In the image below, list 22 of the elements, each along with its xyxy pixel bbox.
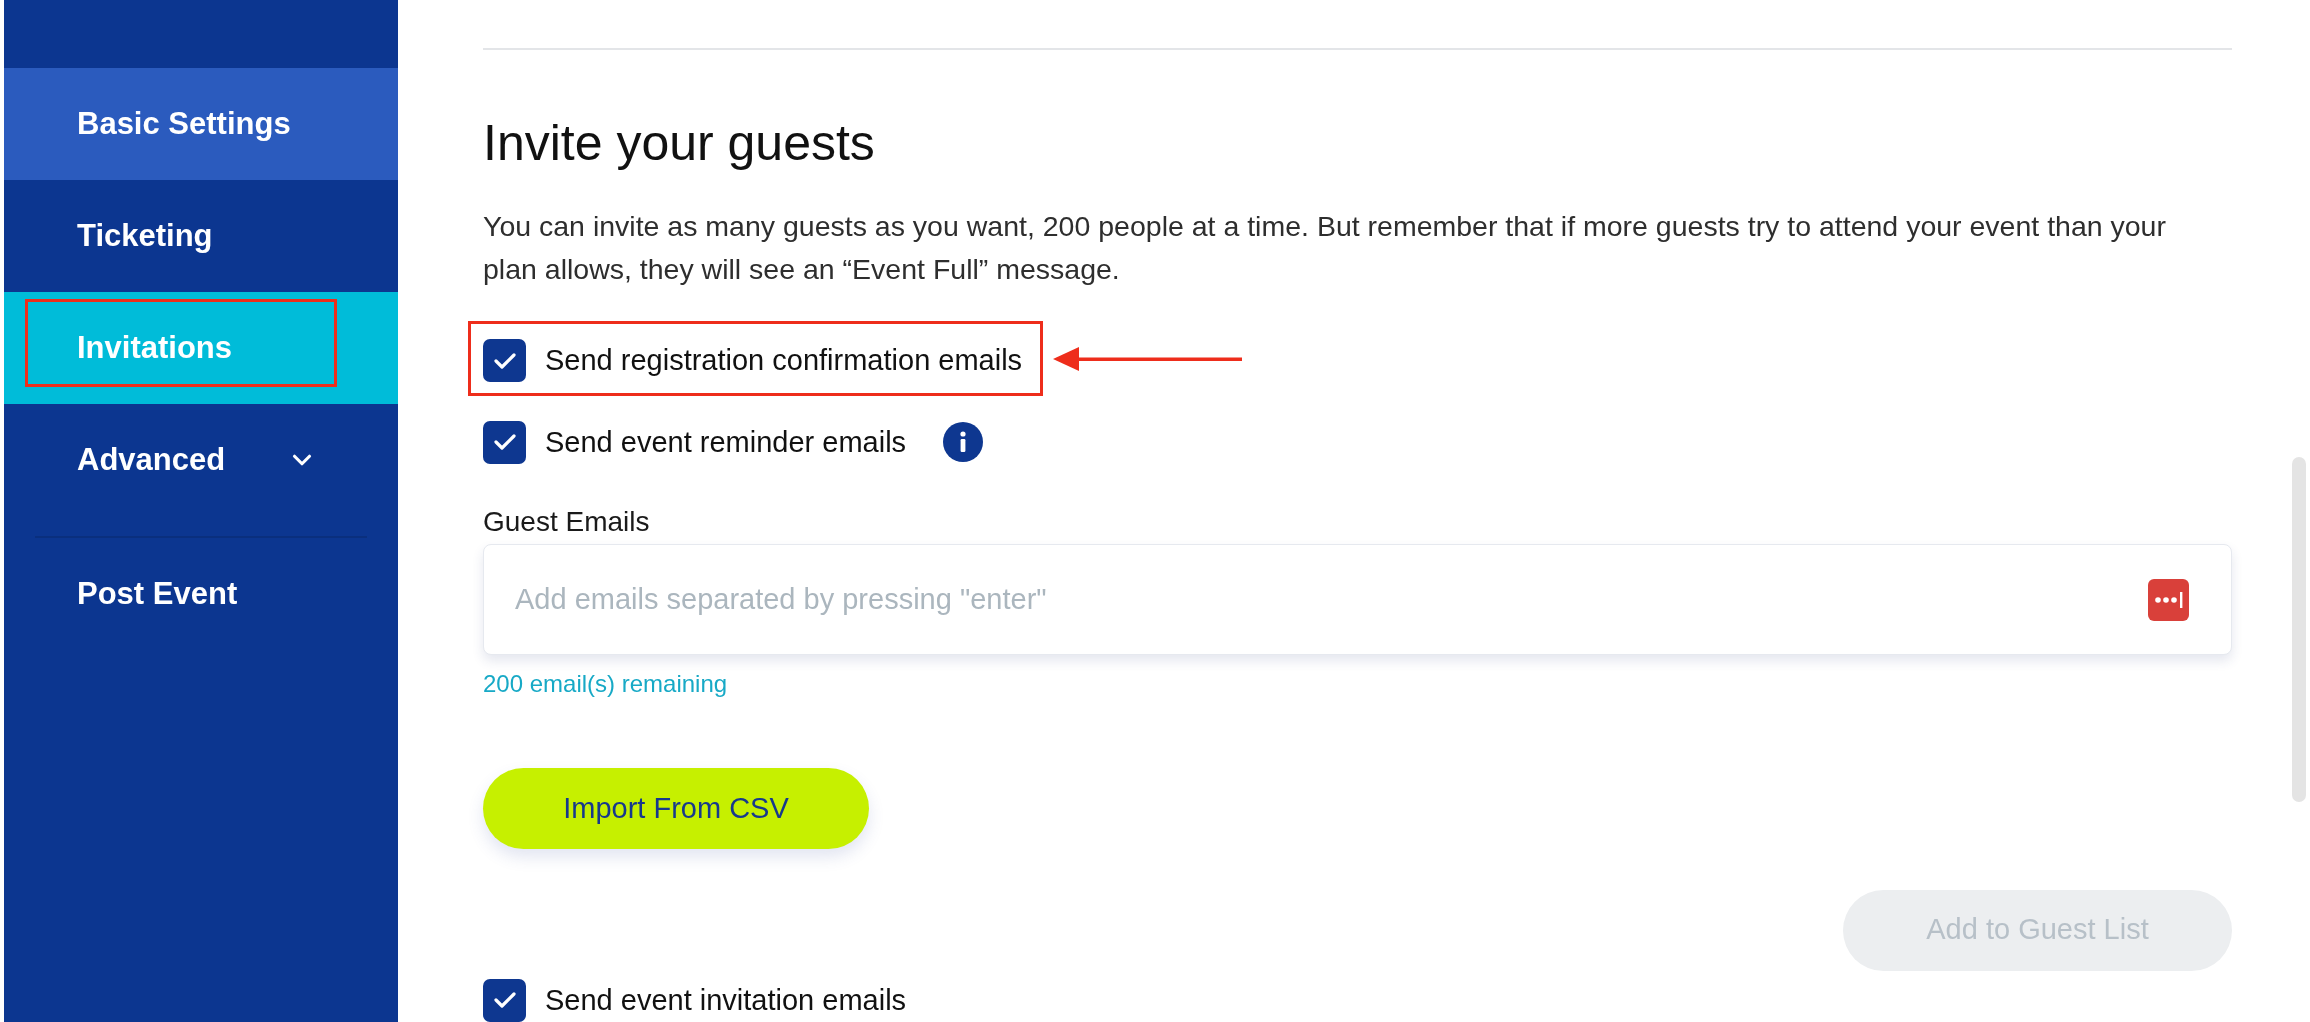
checkbox-label: Send event reminder emails [545, 424, 907, 460]
sidebar-item[interactable]: Post Event [4, 538, 398, 650]
section-description: You can invite as many guests as you want, 200 people at a time. But remember that if more guests try to attend your event than your plan allows, they will see an “Event Full” message. [483, 209, 2167, 287]
field-label: Guest Emails [483, 507, 650, 537]
checkmark-icon [493, 351, 516, 370]
info-icon[interactable] [943, 422, 984, 463]
import-csv-button[interactable]: Import From CSV [483, 768, 869, 849]
checkbox[interactable] [483, 339, 526, 383]
checkmark-icon [493, 991, 516, 1010]
checkbox[interactable] [483, 420, 526, 464]
scrollbar-thumb[interactable] [2292, 457, 2306, 802]
checkbox-label: Send event invitation emails [545, 982, 907, 1018]
sidebar-item[interactable]: Ticketing [4, 180, 398, 292]
checkmark-icon [493, 433, 516, 452]
email-input[interactable]: Add emails separated by pressing "enter" [483, 544, 2232, 655]
checkbox[interactable] [483, 978, 526, 1022]
sidebar-item[interactable]: Basic Settings [4, 68, 398, 180]
sidebar-item[interactable]: Advanced [4, 404, 398, 516]
dots-icon[interactable] [2148, 579, 2189, 621]
remaining-count: 200 email(s) remaining [483, 670, 728, 698]
section-title: Invite your guests [483, 115, 876, 171]
checkbox-label: Send registration confirmation emails [545, 343, 1023, 378]
